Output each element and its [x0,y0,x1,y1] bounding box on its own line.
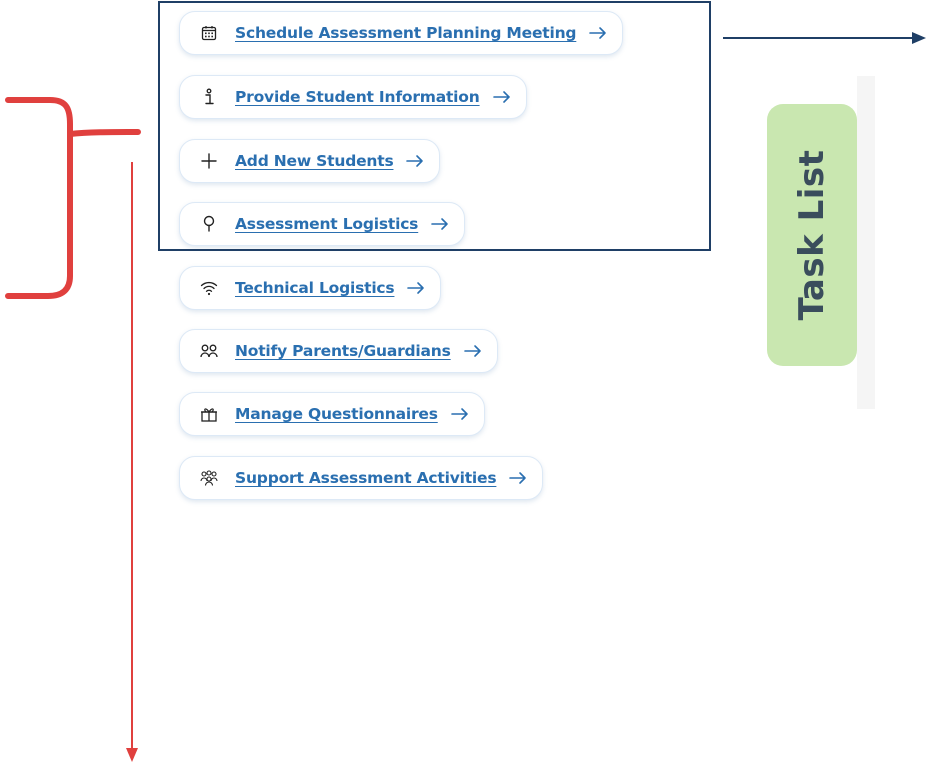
task-list-label: Task List [792,149,832,321]
task-page: Schedule Assessment Planning Meeting Pro… [0,0,931,766]
task-list-tab[interactable]: Task List [767,104,857,366]
side-panel-strip [857,76,875,409]
red-curly-brace [5,97,141,299]
red-down-arrow-head [126,748,138,762]
navy-right-arrow-head [912,32,926,44]
